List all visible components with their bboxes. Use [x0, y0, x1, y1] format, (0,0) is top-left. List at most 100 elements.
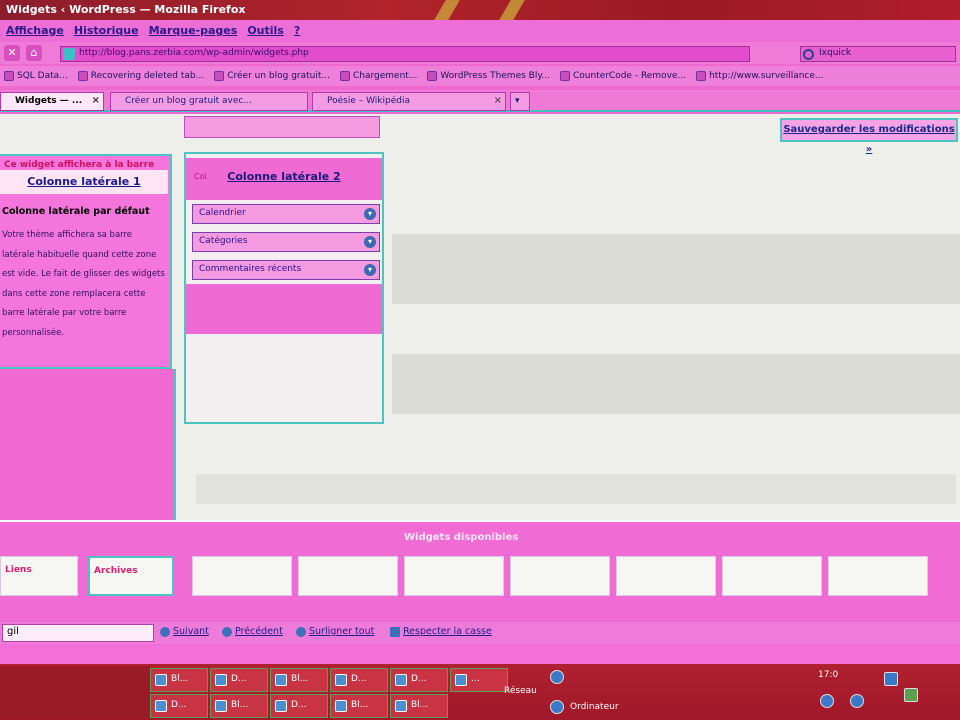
help-icon[interactable] [820, 694, 834, 708]
sidebar-2-panel: Coi Colonne latérale 2 Calendrier ▾ Caté… [184, 152, 384, 424]
url-bar[interactable]: http://blog.pans.zerbia.com/wp-admin/wid… [60, 46, 750, 62]
find-bar: gil Suivant Précédent Surligner tout Res… [0, 622, 960, 644]
menu-marque-pages[interactable]: Marque-pages [149, 24, 238, 38]
taskbar-button[interactable]: D... [330, 668, 388, 692]
widget-drop-zone[interactable] [186, 284, 382, 334]
menu-outils[interactable]: Outils [247, 24, 284, 38]
bookmark-item[interactable]: WordPress Themes Bly... [427, 71, 550, 81]
search-engine-label: Ixquick [819, 48, 852, 58]
taskbar-button[interactable]: D... [270, 694, 328, 718]
taskbar-button[interactable]: Bl... [270, 668, 328, 692]
widget-categories[interactable]: Catégories ▾ [192, 232, 380, 252]
taskbar-button[interactable]: ... [450, 668, 508, 692]
bookmark-item[interactable]: Recovering deleted tab... [77, 71, 204, 81]
menu-help[interactable]: ? [294, 24, 300, 38]
bookmark-icon [77, 71, 88, 81]
bookmark-icon [427, 71, 438, 81]
sidebar-2-top-bar [184, 116, 380, 138]
bookmark-icon [559, 71, 570, 81]
window-title-bar: Widgets ‹ WordPress — Mozilla Firefox [0, 0, 960, 20]
menu-historique[interactable]: Historique [74, 24, 139, 38]
title-deco [434, 0, 460, 20]
taskbar-button[interactable]: Bl... [150, 668, 208, 692]
sidebar-2-heading: Colonne latérale 2 [227, 170, 341, 183]
available-widget[interactable] [828, 556, 928, 596]
search-icon [803, 49, 814, 60]
site-favicon-icon [63, 48, 75, 60]
expand-arrow-icon[interactable]: ▾ [364, 264, 376, 276]
tab-creer-blog[interactable]: Créer un blog gratuit avec... [110, 92, 308, 111]
find-input[interactable]: gil [2, 624, 154, 642]
network-label: Réseau [504, 686, 537, 696]
url-text: http://blog.pans.zerbia.com/wp-admin/wid… [79, 48, 309, 58]
tab-widgets[interactable]: Widgets — ... × [0, 92, 104, 111]
taskbar-button[interactable]: D... [390, 668, 448, 692]
available-widget[interactable] [722, 556, 822, 596]
blurred-area [196, 474, 956, 504]
widget-calendrier[interactable]: Calendrier ▾ [192, 204, 380, 224]
bookmark-item[interactable]: CounterCode - Remove... [559, 71, 686, 81]
bookmark-icon [214, 71, 225, 81]
tab-poesie[interactable]: Poésie – Wikipédia × [312, 92, 506, 111]
app-icon [275, 674, 287, 686]
expand-arrow-icon[interactable]: ▾ [364, 236, 376, 248]
sidebar-1-subheading: Colonne latérale par défaut [2, 206, 150, 217]
app-icon [395, 674, 407, 686]
sidebar-1-heading[interactable]: Colonne latérale 1 [0, 170, 168, 194]
widget-commentaires-recents[interactable]: Commentaires récents ▾ [192, 260, 380, 280]
computer-label: Ordinateur [570, 702, 619, 712]
blurred-area [392, 234, 960, 304]
search-input[interactable]: Ixquick [800, 46, 956, 62]
available-widget[interactable] [298, 556, 398, 596]
close-icon[interactable]: × [494, 95, 502, 106]
available-widgets-title: Widgets disponibles [404, 532, 519, 543]
bookmark-item[interactable]: SQL Data... [4, 71, 68, 81]
available-widget[interactable] [192, 556, 292, 596]
app-icon [155, 674, 167, 686]
taskbar-button[interactable]: Bl... [390, 694, 448, 718]
available-widget[interactable] [404, 556, 504, 596]
tab-list-button[interactable]: ▾ [510, 92, 530, 111]
stop-icon[interactable]: ✕ [4, 45, 20, 61]
taskbar-button[interactable]: D... [150, 694, 208, 718]
expand-arrow-icon[interactable]: ▾ [364, 208, 376, 220]
taskbar-button[interactable]: Bl... [210, 694, 268, 718]
checkbox-icon [390, 626, 400, 637]
available-widget[interactable] [510, 556, 610, 596]
taskbar-button[interactable]: Bl... [330, 694, 388, 718]
home-icon[interactable]: ⌂ [26, 45, 42, 61]
title-deco [499, 0, 525, 20]
bookmarks-toolbar: SQL Data... Recovering deleted tab... Cr… [0, 66, 960, 86]
blurred-area [392, 354, 960, 414]
app-icon [275, 700, 287, 712]
search-icon[interactable] [850, 694, 864, 708]
tray-app-icon[interactable] [884, 672, 898, 686]
highlight-all-button[interactable]: Surligner tout [296, 626, 374, 637]
os-taskbar: Bl... D... Bl... D... D... ... D... Bl..… [0, 664, 960, 720]
bookmark-item[interactable]: Chargement... [339, 71, 417, 81]
available-widgets-section: Widgets disponibles Liens Archives [0, 520, 960, 624]
tray-app-icon[interactable] [904, 688, 918, 702]
arrow-up-icon [222, 626, 232, 637]
bookmark-item[interactable]: Créer un blog gratuit... [214, 71, 330, 81]
tab-strip: Widgets — ... × Créer un blog gratuit av… [0, 90, 960, 112]
taskbar-button[interactable]: D... [210, 668, 268, 692]
bookmark-icon [696, 71, 707, 81]
available-widget[interactable] [616, 556, 716, 596]
app-icon [335, 674, 347, 686]
save-changes-button[interactable]: Sauvegarder les modifications » [780, 118, 958, 155]
close-icon[interactable]: × [92, 95, 100, 106]
status-bar [0, 644, 960, 664]
network-icon[interactable] [550, 670, 564, 684]
computer-icon[interactable] [550, 700, 564, 714]
find-previous-button[interactable]: Précédent [222, 626, 283, 637]
match-case-checkbox[interactable]: Respecter la casse [390, 626, 492, 637]
menu-affichage[interactable]: Affichage [6, 24, 64, 38]
sidebar-2-header[interactable]: Coi Colonne latérale 2 [186, 158, 382, 200]
start-area[interactable] [0, 666, 150, 718]
available-widget[interactable]: Liens [0, 556, 78, 596]
find-next-button[interactable]: Suivant [160, 626, 209, 637]
available-widget[interactable]: Archives [88, 556, 174, 596]
app-icon [335, 700, 347, 712]
bookmark-item[interactable]: http://www.surveillance... [696, 71, 824, 81]
